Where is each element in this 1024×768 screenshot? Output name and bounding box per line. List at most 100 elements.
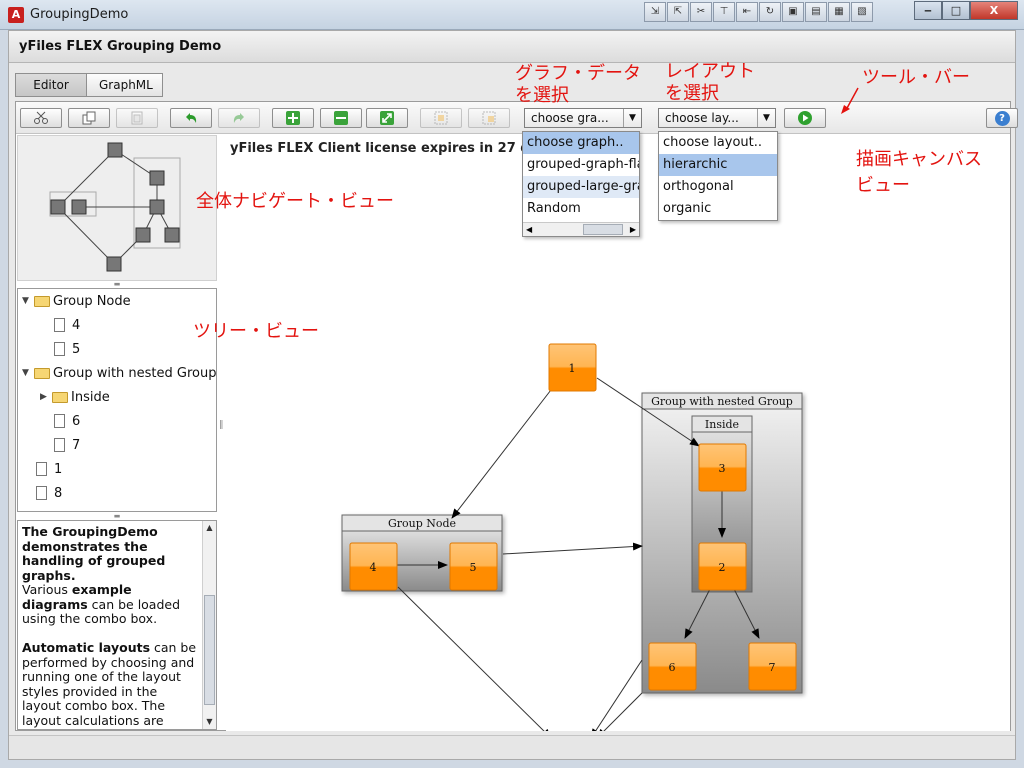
graph-option[interactable]: Random xyxy=(523,198,639,220)
tree-item-8[interactable]: 8 xyxy=(36,481,62,505)
minus-icon xyxy=(334,111,348,125)
vertical-splitter[interactable]: ‖ xyxy=(219,420,225,436)
titlebar-tool-icon[interactable]: ⇱ xyxy=(667,2,689,22)
app-header: yFiles FLEX Grouping Demo xyxy=(9,31,1015,63)
tree-item-6[interactable]: 6 xyxy=(54,409,80,433)
tree-item-group-with-nested-group[interactable]: ▼ Group with nested Group xyxy=(22,361,217,385)
tree-item-label: 4 xyxy=(72,317,81,333)
redo-button[interactable] xyxy=(218,108,260,128)
node-4[interactable]: 4 xyxy=(349,542,398,591)
run-layout-button[interactable] xyxy=(784,108,826,128)
description-scrollbar[interactable]: ▲ ▼ xyxy=(202,521,216,729)
maximize-button[interactable]: □ xyxy=(942,1,970,20)
layout-combo[interactable]: choose lay... ▼ xyxy=(658,108,776,128)
node-1[interactable]: 1 xyxy=(548,343,597,392)
description-intro: The GroupingDemo demonstrates the handli… xyxy=(22,524,166,583)
file-icon xyxy=(54,318,65,332)
expand-arrow-icon[interactable]: ▼ xyxy=(22,296,34,306)
tree-item-inside[interactable]: ▶ Inside xyxy=(40,385,110,409)
zoom-in-button[interactable] xyxy=(272,108,314,128)
tree-item-7[interactable]: 7 xyxy=(54,433,80,457)
play-icon xyxy=(798,111,812,125)
titlebar-tool-icon[interactable]: ↻ xyxy=(759,2,781,22)
dropdown-hscrollbar[interactable]: ◀ ▶ xyxy=(523,222,639,236)
annotation-select-layout: を選択 xyxy=(665,83,719,104)
scroll-down-icon[interactable]: ▼ xyxy=(203,715,216,729)
titlebar-tool-icon[interactable]: ▦ xyxy=(828,2,850,22)
node-label: 7 xyxy=(769,661,776,674)
collapse-arrow-icon[interactable]: ▶ xyxy=(40,392,52,402)
tab-graphml[interactable]: GraphML xyxy=(87,73,163,97)
zoom-out-button[interactable] xyxy=(320,108,362,128)
file-icon xyxy=(54,414,65,428)
chevron-down-icon[interactable]: ▼ xyxy=(757,109,775,127)
undo-button[interactable] xyxy=(170,108,212,128)
tree-item-label: Group Node xyxy=(53,293,131,309)
annotation-toolbar: ツール・バー xyxy=(862,67,970,88)
group-icon xyxy=(434,111,448,125)
graph-option[interactable]: grouped-graph-flat xyxy=(523,154,639,176)
tree-item-4[interactable]: 4 xyxy=(54,313,80,337)
help-button[interactable]: ? xyxy=(986,108,1018,128)
node-5[interactable]: 5 xyxy=(449,542,498,591)
graph-option[interactable]: choose graph.. xyxy=(523,132,639,154)
group-button[interactable] xyxy=(420,108,462,128)
ungroup-icon xyxy=(482,111,496,125)
layout-option[interactable]: orthogonal xyxy=(659,176,777,198)
tree-item-group-node[interactable]: ▼ Group Node xyxy=(22,289,131,313)
scroll-left-icon[interactable]: ◀ xyxy=(526,223,532,236)
graph-combo[interactable]: choose gra... ▼ xyxy=(524,108,642,128)
graph-option[interactable]: grouped-large-graph xyxy=(523,176,639,198)
node-label: 2 xyxy=(719,561,726,574)
node-2[interactable]: 2 xyxy=(698,542,747,591)
tree-item-label: 8 xyxy=(54,485,63,501)
window-title: GroupingDemo xyxy=(30,7,129,22)
scroll-right-icon[interactable]: ▶ xyxy=(630,223,636,236)
minimize-button[interactable]: ‒ xyxy=(914,1,942,20)
annotation-overview: 全体ナビゲート・ビュー xyxy=(196,191,394,212)
titlebar-tool-icon[interactable]: ⇤ xyxy=(736,2,758,22)
overview-panel[interactable] xyxy=(17,135,217,281)
node-label: 6 xyxy=(669,661,676,674)
cut-button[interactable] xyxy=(20,108,62,128)
titlebar-tool-icon[interactable]: ✂ xyxy=(690,2,712,22)
scroll-up-icon[interactable]: ▲ xyxy=(203,521,216,535)
annotation-canvas: 描画キャンバス xyxy=(856,149,982,170)
fit-content-button[interactable] xyxy=(366,108,408,128)
undo-icon xyxy=(186,113,197,123)
titlebar-tool-icon[interactable]: ▣ xyxy=(782,2,804,22)
chevron-down-icon[interactable]: ▼ xyxy=(623,109,641,127)
tree-item-label: 1 xyxy=(54,461,63,477)
scroll-thumb[interactable] xyxy=(583,224,623,235)
layout-option[interactable]: hierarchic xyxy=(659,154,777,176)
expand-arrow-icon[interactable]: ▼ xyxy=(22,368,34,378)
node-7[interactable]: 7 xyxy=(748,642,797,691)
tree-item-5[interactable]: 5 xyxy=(54,337,80,361)
paste-button[interactable] xyxy=(116,108,158,128)
titlebar-tool-icon[interactable]: ⇲ xyxy=(644,2,666,22)
tree-view: ▼ Group Node 4 5 ▼ Group with nested Gro… xyxy=(17,288,217,512)
graph-combo-value: choose gra... xyxy=(531,111,609,125)
node-6[interactable]: 6 xyxy=(648,642,697,691)
titlebar-tool-icon[interactable]: ▤ xyxy=(805,2,827,22)
node-label: 1 xyxy=(569,362,576,375)
description-text: The GroupingDemo demonstrates the handli… xyxy=(22,524,200,728)
overview-splitter[interactable]: ▬ xyxy=(17,281,217,288)
group-label: Inside xyxy=(705,418,739,431)
node-3[interactable]: 3 xyxy=(698,443,747,492)
redo-icon xyxy=(233,113,244,123)
titlebar-tool-icon[interactable]: ▧ xyxy=(851,2,873,22)
copy-button[interactable] xyxy=(68,108,110,128)
ungroup-button[interactable] xyxy=(468,108,510,128)
layout-option[interactable]: organic xyxy=(659,198,777,220)
tab-editor[interactable]: Editor xyxy=(15,73,87,97)
folder-icon xyxy=(34,295,50,307)
annotation-select-graph: を選択 xyxy=(515,85,569,106)
titlebar-tools: ⇲ ⇱ ✂ ⊤ ⇤ ↻ ▣ ▤ ▦ ▧ xyxy=(644,2,873,22)
tree-splitter[interactable]: ▬ xyxy=(17,513,217,520)
scroll-thumb[interactable] xyxy=(204,595,215,705)
layout-option[interactable]: choose layout.. xyxy=(659,132,777,154)
close-button[interactable]: X xyxy=(970,1,1018,20)
titlebar-tool-icon[interactable]: ⊤ xyxy=(713,2,735,22)
tree-item-1[interactable]: 1 xyxy=(36,457,62,481)
